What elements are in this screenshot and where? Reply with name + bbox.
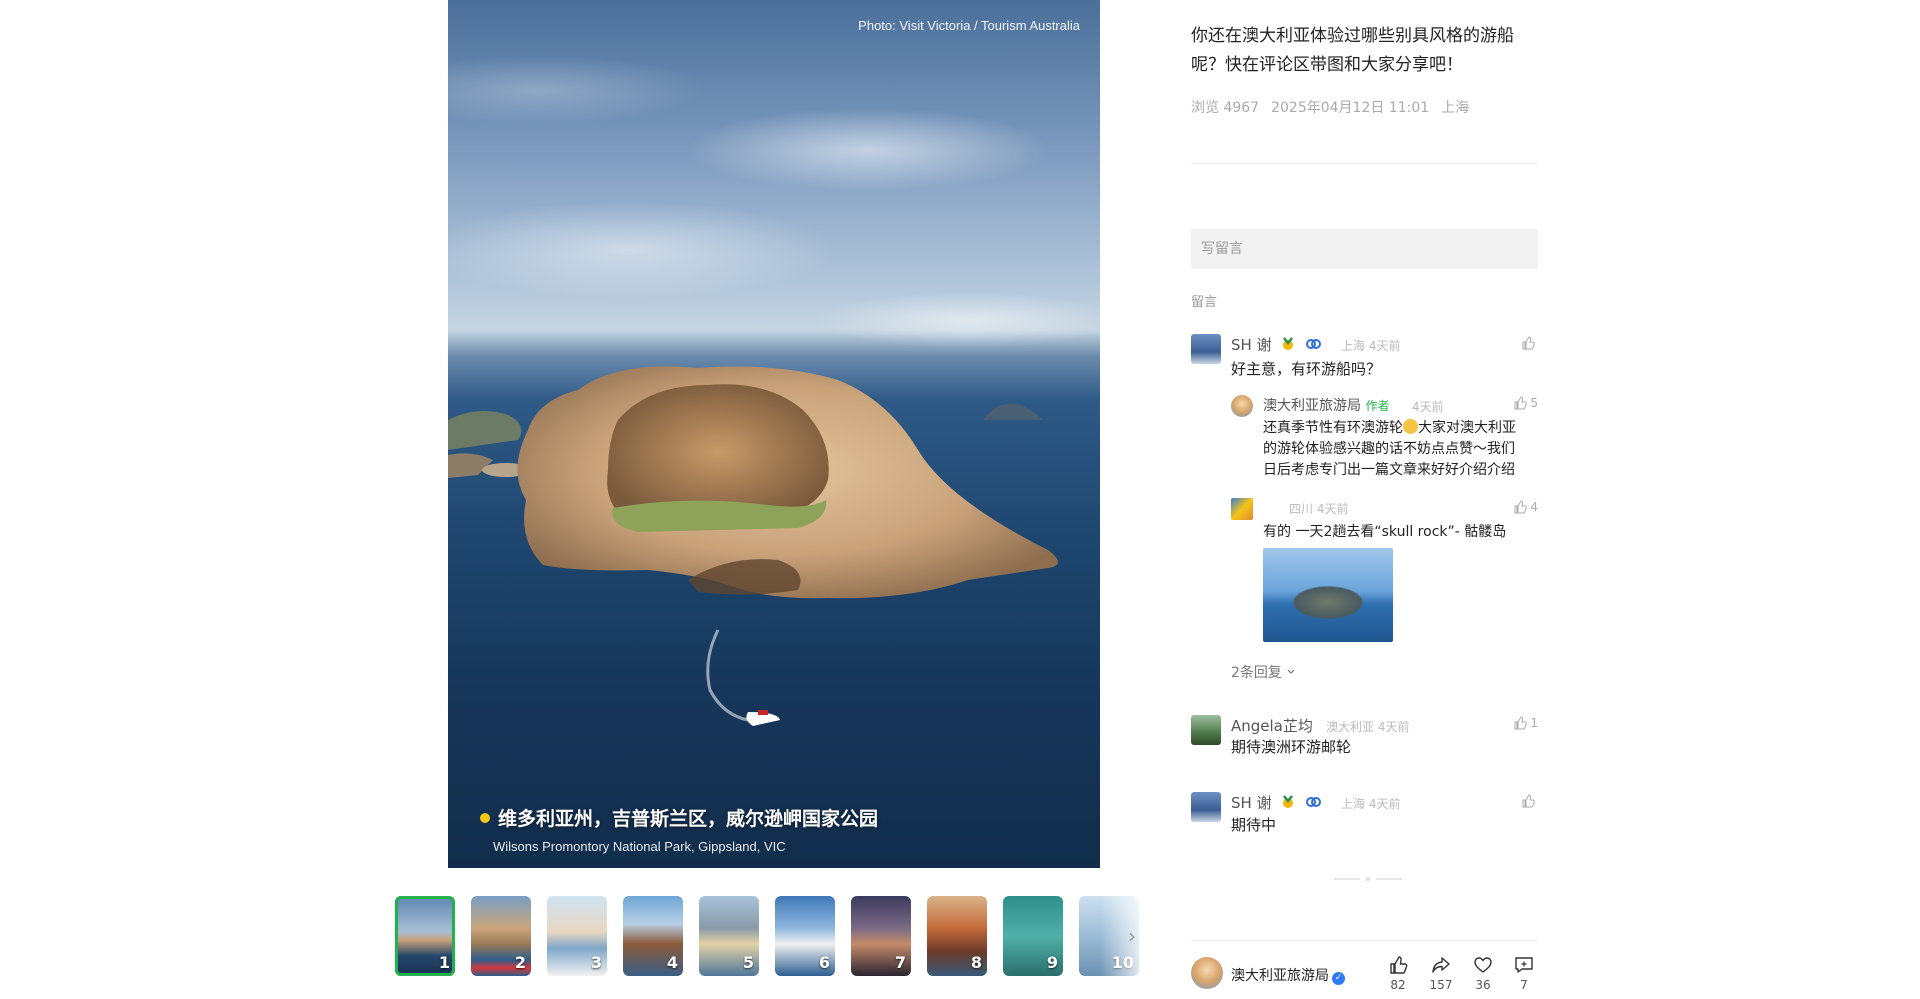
level-badge-icon — [1306, 797, 1322, 807]
share-icon — [1432, 957, 1450, 973]
thumbs-up-icon — [1514, 396, 1528, 410]
reply-text: 有的 一天2趟去看“skull rock”- 骷髅岛 — [1263, 524, 1507, 540]
thumbnail-3[interactable]: 3 — [547, 896, 607, 976]
commenter-name[interactable]: SH 谢 — [1231, 794, 1272, 812]
location-dot-icon — [480, 812, 490, 823]
thumbnail-2[interactable]: 2 — [471, 896, 531, 976]
avatar[interactable] — [1191, 792, 1221, 822]
thumbnail-6[interactable]: 6 — [775, 896, 835, 976]
medal-icon — [1283, 337, 1294, 350]
thumbnail-8[interactable]: 8 — [927, 896, 987, 976]
comment-meta: 澳大利亚 4天前 — [1326, 720, 1410, 734]
author-name[interactable]: 澳大利亚旅游局 — [1231, 968, 1329, 984]
reply-image[interactable] — [1263, 548, 1393, 642]
skull-rock-illustration — [448, 366, 1058, 726]
author-avatar[interactable] — [1191, 957, 1223, 989]
thumbs-up-icon — [1522, 336, 1535, 350]
like-button[interactable]: 1 — [1513, 716, 1538, 730]
like-count: 82 — [1390, 978, 1406, 992]
like-button[interactable]: 5 — [1513, 396, 1538, 410]
thumbs-up-icon — [1514, 500, 1528, 514]
divider — [1191, 940, 1538, 941]
level-badge-icon — [1306, 339, 1322, 349]
like-button[interactable] — [1521, 336, 1538, 350]
caption-title: 维多利亚州，吉普斯兰区，威尔逊岬国家公园 — [498, 808, 879, 830]
post-date: 2025年04月12日 11:01 — [1271, 100, 1430, 116]
reply-author-name[interactable]: 澳大利亚旅游局 — [1263, 398, 1361, 414]
thumbs-up-icon — [1390, 956, 1408, 974]
commenter-name[interactable]: SH 谢 — [1231, 336, 1272, 354]
medal-icon — [1283, 795, 1294, 808]
favorite-count: 36 — [1475, 978, 1491, 992]
commenter-name[interactable]: Angela芷均 — [1231, 715, 1313, 736]
photo-caption: 维多利亚州，吉普斯兰区，威尔逊岬国家公园 Wilsons Promontory … — [480, 804, 878, 854]
thumbnail-5[interactable]: 5 — [699, 896, 759, 976]
comment-text: 好主意，有环游船吗？ — [1231, 360, 1382, 378]
reply-meta: 四川 4天前 — [1289, 502, 1349, 516]
reply-meta: 4天前 — [1412, 400, 1444, 414]
thumbnail-strip: 1 2 3 4 5 6 7 8 9 10 — [395, 896, 1147, 976]
like-button[interactable]: 4 — [1513, 500, 1538, 514]
thumbnail-9[interactable]: 9 — [1003, 896, 1063, 976]
thumbs-up-icon — [1522, 794, 1535, 808]
comment-icon — [1515, 957, 1533, 973]
share-count: 157 — [1429, 978, 1453, 992]
thumbs-up-icon — [1514, 716, 1528, 730]
author-tag: 作者 — [1365, 399, 1390, 413]
post-description: 你还在澳大利亚体验过哪些别具风格的游船呢？快在评论区带图和大家分享吧！ — [1191, 26, 1514, 75]
comment-text: 期待中 — [1231, 816, 1277, 834]
chevron-right-icon[interactable]: › — [1128, 924, 1136, 948]
comment-button[interactable]: 7 — [1507, 955, 1541, 992]
heart-icon — [1474, 957, 1492, 973]
comment-text: 期待澳洲环游邮轮 — [1231, 738, 1352, 756]
divider — [1191, 163, 1538, 164]
post-location: 上海 — [1441, 100, 1470, 116]
avatar[interactable] — [1191, 334, 1221, 364]
comment-input[interactable] — [1191, 229, 1538, 269]
caption-subtitle: Wilsons Promontory National Park, Gippsl… — [493, 839, 786, 854]
smile-emoji-icon — [1403, 419, 1418, 434]
thumbnail-7[interactable]: 7 — [851, 896, 911, 976]
loading-indicator — [1334, 877, 1402, 881]
chevron-down-icon — [1287, 669, 1295, 674]
post-meta: 浏览 4967 2025年04月12日 11:01 上海 — [1191, 97, 1469, 117]
thumbnail-4[interactable]: 4 — [623, 896, 683, 976]
more-replies-link[interactable]: 2条回复 — [1231, 662, 1296, 682]
like-button[interactable] — [1521, 794, 1538, 808]
thumbnail-fade — [1100, 890, 1150, 982]
like-button[interactable]: 82 — [1381, 955, 1415, 992]
comment-meta: 上海 4天前 — [1341, 339, 1401, 353]
comment-meta: 上海 4天前 — [1341, 797, 1401, 811]
reply-text: 还真季节性有环澳游轮 大家对澳大利亚 的游轮体验感兴趣的话不妨点点赞～我们 日后考… — [1263, 419, 1516, 478]
share-button[interactable]: 157 — [1424, 955, 1458, 992]
comment-count: 7 — [1520, 978, 1528, 992]
bottom-action-bar: 澳大利亚旅游局 ✓ 82 157 36 7 — [1191, 955, 1538, 995]
avatar[interactable] — [1231, 395, 1253, 417]
main-photo[interactable]: Photo: Visit Victoria / Tourism Australi… — [448, 0, 1100, 868]
avatar[interactable] — [1231, 498, 1253, 520]
avatar[interactable] — [1191, 715, 1221, 745]
favorite-button[interactable]: 36 — [1466, 955, 1500, 992]
thumbnail-1[interactable]: 1 — [395, 896, 455, 976]
verified-icon: ✓ — [1332, 972, 1345, 985]
comments-label: 留言 — [1191, 295, 1218, 310]
photo-credit: Photo: Visit Victoria / Tourism Australi… — [858, 18, 1080, 33]
view-count: 浏览 4967 — [1191, 100, 1260, 116]
